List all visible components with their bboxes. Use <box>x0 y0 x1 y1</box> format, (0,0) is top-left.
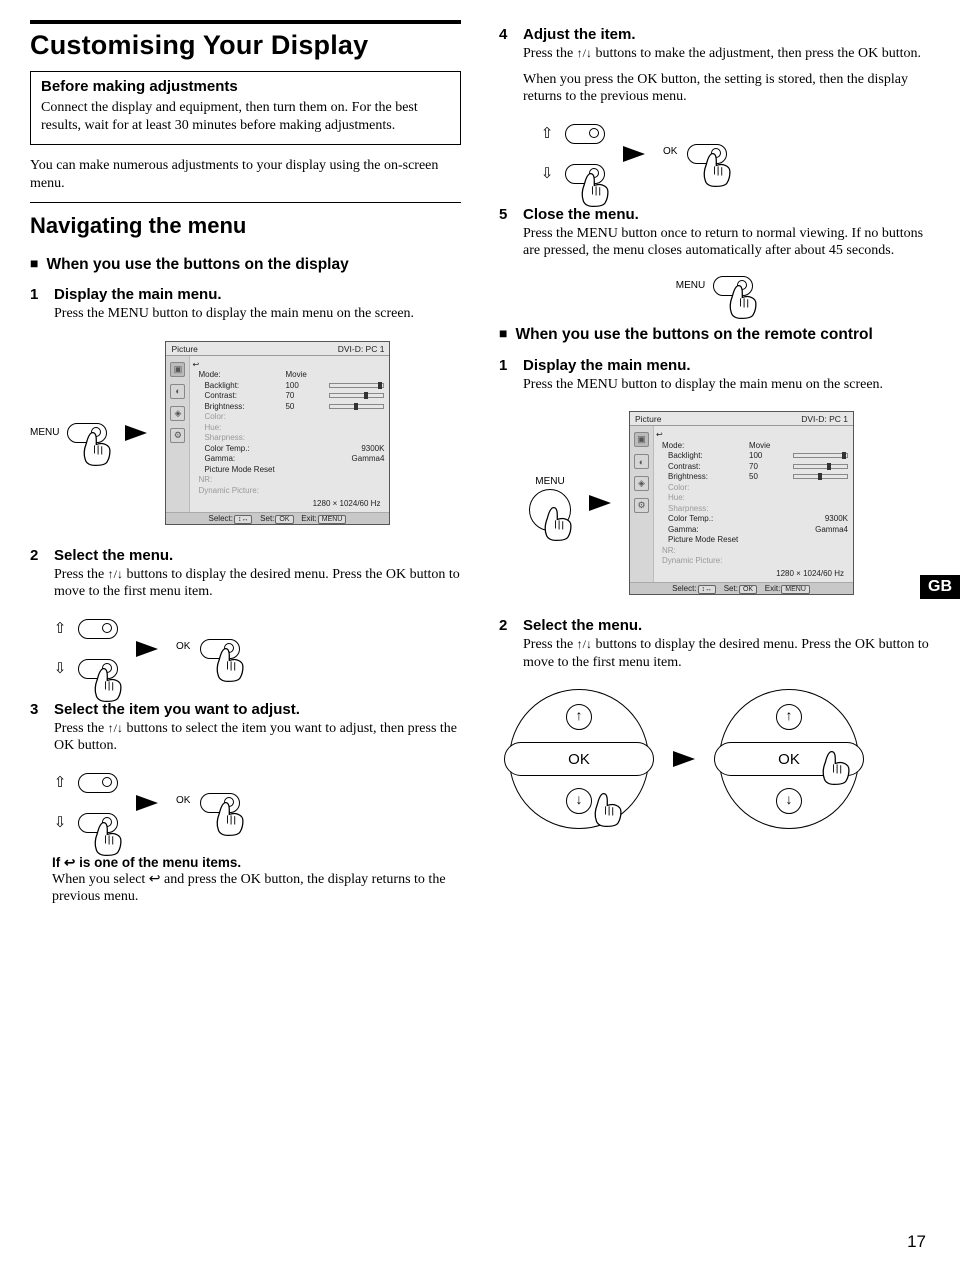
step-title: Adjust the item. <box>523 26 930 43</box>
up-down-arrow-icon: ↑/↓ <box>577 637 592 651</box>
up-down-arrow-icon: ↑/↓ <box>108 567 123 581</box>
screen-tab-icon: ◐ <box>170 384 185 399</box>
step-number: 4 <box>499 26 513 114</box>
menu-button-illustration <box>67 423 107 443</box>
ok-button-illustration <box>200 639 240 659</box>
page-title: Customising Your Display <box>30 30 461 61</box>
step-text: Press the MENU button to display the mai… <box>54 305 461 323</box>
step-number: 3 <box>30 701 44 763</box>
notice-heading: Before making adjustments <box>41 78 450 95</box>
setup-tab-icon: ⚙ <box>170 428 185 443</box>
up-down-arrow-icon: ↑/↓ <box>577 46 592 60</box>
sub-note: If ↩ is one of the menu items. When you … <box>52 855 461 906</box>
remote-control: ↑ OK ↓ <box>509 689 649 829</box>
arrow-right-icon <box>589 495 611 511</box>
arrow-right-icon <box>623 146 645 162</box>
subsection-heading: When you use the buttons on the display <box>30 255 461 274</box>
remote-control: ↑ OK ↓ <box>719 689 859 829</box>
intro-text: You can make numerous adjustments to you… <box>30 157 461 192</box>
return-icon: ↩ <box>64 855 75 870</box>
arrow-right-icon <box>125 425 147 441</box>
step-text: Press the ↑/↓ buttons to display the des… <box>54 566 461 601</box>
step-text: When you press the OK button, the settin… <box>523 71 930 106</box>
notice-text: Connect the display and equipment, then … <box>41 99 450 134</box>
step-title: Select the menu. <box>523 617 930 634</box>
remote-up-button: ↑ <box>776 704 802 730</box>
up-down-buttons: ⇧ ⇩ <box>539 124 605 184</box>
menu-button-illustration <box>713 276 753 296</box>
page-number: 17 <box>907 1232 926 1252</box>
osd-menu: Picture DVI-D: PC 1 ▣ ◐ ◈ ⚙ ↩ Mode:Movie… <box>165 341 390 525</box>
option-tab-icon: ◈ <box>170 406 185 421</box>
subsection-heading: When you use the buttons on the remote c… <box>499 324 930 345</box>
return-icon: ↩ <box>149 872 161 887</box>
remote-menu-button <box>529 489 571 531</box>
step-number: 1 <box>30 286 44 331</box>
step-title: Select the menu. <box>54 547 461 564</box>
step-text: Press the ↑/↓ buttons to select the item… <box>54 720 461 755</box>
notice-box: Before making adjustments Connect the di… <box>30 71 461 145</box>
ok-button-illustration <box>200 793 240 813</box>
remote-up-button: ↑ <box>566 704 592 730</box>
step-number: 2 <box>30 547 44 609</box>
ok-label: OK <box>663 146 677 157</box>
step-title: Display the main menu. <box>54 286 461 303</box>
ok-label: OK <box>176 795 190 806</box>
menu-label: MENU <box>535 476 564 487</box>
ok-button-illustration <box>687 144 727 164</box>
up-down-buttons: ⇧ ⇩ <box>52 773 118 833</box>
remote-down-button: ↓ <box>776 788 802 814</box>
step-number: 1 <box>499 357 513 402</box>
arrow-right-icon <box>136 795 158 811</box>
step-text: Press the ↑/↓ buttons to make the adjust… <box>523 45 930 63</box>
step-number: 2 <box>499 617 513 679</box>
menu-label: MENU <box>30 427 59 438</box>
remote-ok-button: OK <box>504 742 654 776</box>
section-heading: Navigating the menu <box>30 213 461 239</box>
ok-label: OK <box>176 641 190 652</box>
step-text: Press the MENU button to display the mai… <box>523 376 930 394</box>
step-number: 5 <box>499 206 513 268</box>
step-text: Press the ↑/↓ buttons to display the des… <box>523 636 930 671</box>
step-title: Display the main menu. <box>523 357 930 374</box>
menu-label: MENU <box>676 280 705 291</box>
picture-tab-icon: ▣ <box>170 362 185 377</box>
arrow-right-icon <box>673 751 695 767</box>
osd-menu: PictureDVI-D: PC 1 ▣◐◈⚙ ↩ Mode:Movie Bac… <box>629 411 854 595</box>
up-down-buttons: ⇧ ⇩ <box>52 619 118 679</box>
up-down-arrow-icon: ↑/↓ <box>108 721 123 735</box>
step-text: Press the MENU button once to return to … <box>523 225 930 260</box>
language-tag: GB <box>920 575 960 599</box>
arrow-right-icon <box>136 641 158 657</box>
